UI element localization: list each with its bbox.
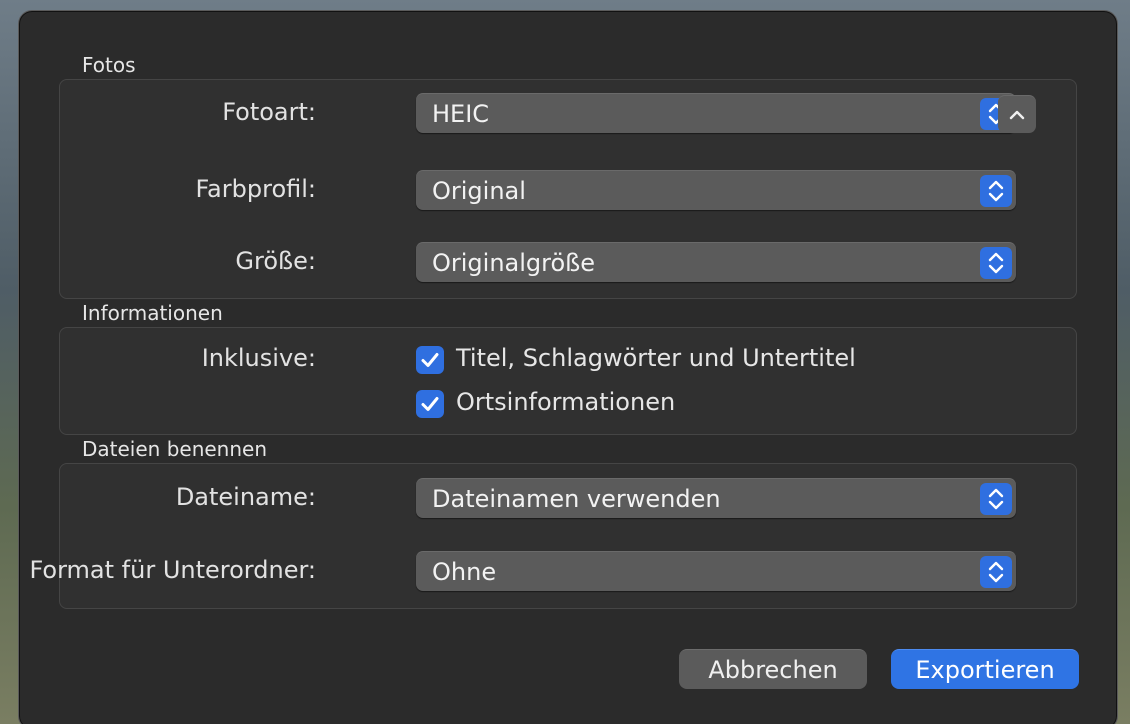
photo-type-popup[interactable]: HEIC bbox=[416, 93, 1016, 133]
color-profile-popup[interactable]: Original bbox=[416, 170, 1016, 210]
include-label: Inklusive: bbox=[201, 344, 316, 372]
naming-group: Dateiname: Dateinamen verwenden Format f… bbox=[29, 463, 1077, 609]
filename-value: Dateinamen verwenden bbox=[432, 485, 721, 513]
chevron-up-down-icon bbox=[980, 556, 1012, 588]
photo-type-value: HEIC bbox=[432, 100, 490, 128]
export-button[interactable]: Exportieren bbox=[891, 649, 1079, 689]
section-title-photos: Fotos bbox=[82, 53, 136, 77]
subfolder-format-value: Ohne bbox=[432, 558, 497, 586]
collapse-button[interactable] bbox=[998, 95, 1036, 133]
export-dialog: Fotos Fotoart: HEIC Farbprofil: Original… bbox=[18, 10, 1118, 724]
info-group: Inklusive: Titel, Schlagwörter und Unter… bbox=[59, 327, 1077, 435]
location-info-label: Ortsinformationen bbox=[456, 388, 676, 416]
subfolder-format-popup[interactable]: Ohne bbox=[416, 551, 1016, 591]
location-info-checkbox[interactable] bbox=[416, 390, 444, 418]
color-profile-label: Farbprofil: bbox=[195, 175, 316, 203]
section-title-info: Informationen bbox=[82, 301, 223, 325]
title-keywords-checkbox[interactable] bbox=[416, 346, 444, 374]
size-label: Größe: bbox=[235, 247, 316, 275]
chevron-up-down-icon bbox=[980, 247, 1012, 279]
filename-label: Dateiname: bbox=[175, 483, 316, 511]
section-title-naming: Dateien benennen bbox=[82, 437, 268, 461]
chevron-up-down-icon bbox=[980, 483, 1012, 515]
color-profile-value: Original bbox=[432, 177, 526, 205]
photo-type-label: Fotoart: bbox=[222, 98, 316, 126]
size-value: Originalgröße bbox=[432, 249, 596, 277]
photos-group: Fotoart: HEIC Farbprofil: Original Größe… bbox=[59, 79, 1077, 299]
cancel-button[interactable]: Abbrechen bbox=[679, 649, 867, 689]
subfolder-format-label: Format für Unterordner: bbox=[29, 556, 316, 584]
title-keywords-label: Titel, Schlagwörter und Untertitel bbox=[456, 344, 856, 372]
chevron-up-down-icon bbox=[980, 175, 1012, 207]
filename-popup[interactable]: Dateinamen verwenden bbox=[416, 478, 1016, 518]
size-popup[interactable]: Originalgröße bbox=[416, 242, 1016, 282]
